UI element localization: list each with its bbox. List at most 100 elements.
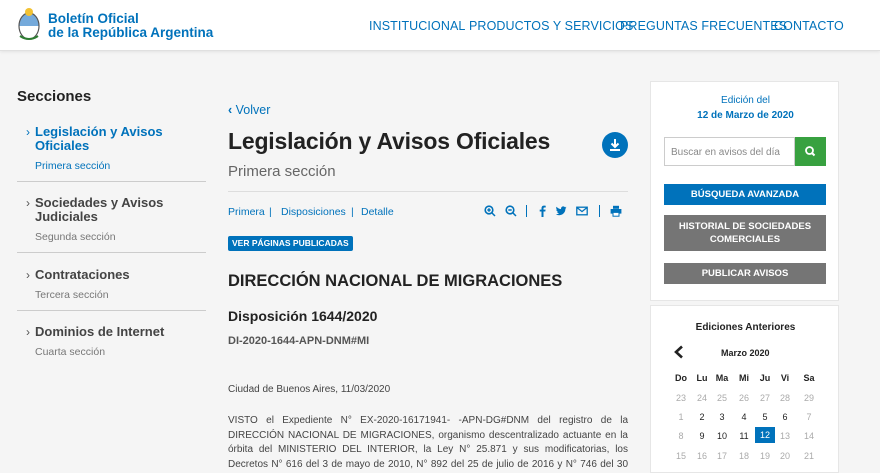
nav-institucional[interactable]: INSTITUCIONAL [369,19,465,33]
brand-line-2: de la República Argentina [48,25,214,40]
calendar-day: 20 [779,451,790,461]
publish-notices-button[interactable]: PUBLICAR AVISOS [664,263,826,284]
facebook-icon[interactable] [536,205,548,217]
calendar-day: 24 [696,393,707,403]
calendar-day: 13 [779,431,790,441]
calendar-day[interactable]: 6 [775,412,795,422]
chevron-right-icon: › [26,125,30,139]
calendar-day: 1 [678,412,684,422]
page-subtitle: Primera sección [228,163,336,180]
sidebar-item-label-line1: Legislación y Avisos [35,124,163,139]
breadcrumb-disposiciones[interactable]: Disposiciones [281,206,346,218]
nav-contacto[interactable]: CONTACTO [774,19,844,33]
edition-label: Edición del [721,95,770,106]
calendar-day: 19 [759,451,770,461]
calendar-day: 8 [678,431,684,441]
calendar-day[interactable]: 5 [755,412,775,422]
calendar-day: 28 [779,393,790,403]
chevron-left-icon[interactable] [673,345,685,359]
company-history-label-2: COMERCIALES [709,234,781,245]
breadcrumb-primera[interactable]: Primera [228,206,265,218]
chevron-right-icon: › [26,196,30,210]
sidebar-divider [17,252,206,253]
sections-title: Secciones [17,88,92,105]
breadcrumb-separator: | [269,206,272,218]
document-body: VISTO el Expediente N° EX-2020-16171941-… [228,415,628,470]
search-input[interactable]: Buscar en avisos del día [664,137,795,166]
calendar-day: 23 [675,393,686,403]
chevron-right-icon: › [26,325,30,339]
calendar-day: 18 [738,451,749,461]
nav-productos-servicios[interactable]: PRODUCTOS Y SERVICIOS [469,19,633,33]
weekday-label: Sa [803,373,815,383]
download-button[interactable] [602,132,628,158]
search-button[interactable] [795,137,826,166]
sidebar-item-label-line2: Oficiales [35,138,90,153]
search-icon [805,146,816,157]
previous-editions-calendar: Ediciones Anteriores Marzo 2020 Do Lu Ma… [650,305,839,473]
view-published-pages-button[interactable]: VER PÁGINAS PUBLICADAS [228,236,353,251]
download-icon [610,139,620,151]
nav-preguntas-frecuentes[interactable]: PREGUNTAS FRECUENTES [620,19,787,33]
sidebar-divider [17,310,206,311]
sidebar-item-primera[interactable]: › Legislación y Avisos Oficiales Primera… [17,125,206,173]
brand-line-1: Boletín Oficial [48,11,139,26]
back-link[interactable]: ‹ Volver [228,103,270,117]
calendar-day[interactable]: 10 [712,431,732,441]
zoom-in-icon[interactable] [484,205,496,217]
toolbar-divider [599,205,600,217]
coat-of-arms-logo[interactable] [17,6,41,42]
weekday-label: Mi [739,373,749,383]
sidebar-item-sublabel: Tercera sección [35,289,109,301]
weekday-label: Lu [696,373,708,383]
calendar-day[interactable]: 11 [734,431,754,441]
issuer-heading: DIRECCIÓN NACIONAL DE MIGRACIONES [228,272,563,290]
calendar-day: 14 [803,431,814,441]
sidebar-item-label-line1: Sociedades y Avisos [35,195,164,210]
calendar-day[interactable]: 3 [712,412,732,422]
company-history-label-1: HISTORIAL DE SOCIEDADES [678,221,812,232]
weekday-label: Vi [780,373,790,383]
chevron-left-icon: ‹ [228,103,233,117]
sidebar-item-label: Contrataciones [35,267,130,282]
edition-card: Edición del 12 de Marzo de 2020 Buscar e… [650,81,839,301]
disposition-title: Disposición 1644/2020 [228,308,378,324]
sidebar-item-cuarta[interactable]: › Dominios de Internet Cuarta sección [17,325,206,359]
calendar-day-selected[interactable]: 12 [755,427,775,443]
disposition-code: DI-2020-1644-APN-DNM#MI [228,335,370,347]
breadcrumb-detalle[interactable]: Detalle [361,206,394,218]
calendar-day: 25 [716,393,727,403]
sidebar-item-sublabel: Segunda sección [35,231,116,243]
advanced-search-button[interactable]: BÚSQUEDA AVANZADA [664,184,826,205]
weekday-label: Ju [759,373,771,383]
zoom-out-icon[interactable] [505,205,517,217]
page-title: Legislación y Avisos Oficiales [228,128,551,154]
calendar-day: 27 [759,393,770,403]
sidebar-item-label-line2: Judiciales [35,209,98,224]
sidebar-item-sublabel: Cuarta sección [35,346,106,358]
brand-name[interactable]: Boletín Oficial de la República Argentin… [48,12,213,40]
email-icon[interactable] [576,205,588,217]
twitter-icon[interactable] [555,205,567,217]
calendar-day: 16 [696,451,707,461]
sidebar-item-label: Legislación y Avisos Oficiales [35,125,205,153]
calendar-day: 26 [738,393,749,403]
title-divider [228,191,628,192]
top-header: Boletín Oficial de la República Argentin… [0,0,880,51]
sidebar-item-segunda[interactable]: › Sociedades y Avisos Judiciales Segunda… [17,196,206,244]
edition-date: 12 de Marzo de 2020 [697,110,794,121]
calendar-day[interactable]: 4 [734,412,754,422]
calendar-day[interactable]: 2 [692,412,712,422]
sidebar-item-tercera[interactable]: › Contrataciones Tercera sección [17,268,206,302]
sidebar-item-label: Dominios de Internet [35,324,165,339]
place-and-date: Ciudad de Buenos Aires, 11/03/2020 [228,384,391,395]
calendar-day[interactable]: 9 [692,431,712,441]
calendar-day: 29 [803,393,814,403]
weekday-label: Do [675,373,687,383]
print-icon[interactable] [610,205,622,217]
calendar-title: Ediciones Anteriores [695,322,796,333]
chevron-right-icon: › [26,268,30,282]
breadcrumb-separator: | [351,206,354,218]
toolbar-divider [526,205,527,217]
company-history-button[interactable]: HISTORIAL DE SOCIEDADES COMERCIALES [664,215,826,251]
